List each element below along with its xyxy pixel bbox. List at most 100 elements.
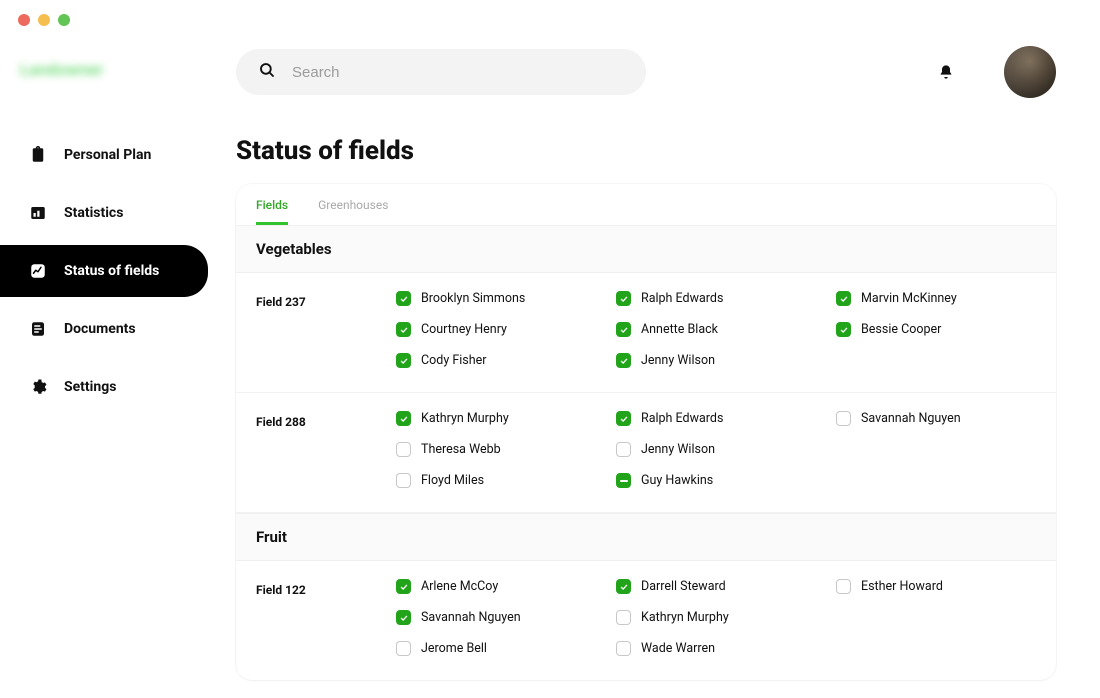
search-input[interactable] [292, 64, 624, 81]
checkbox-checked-icon[interactable] [616, 353, 631, 368]
person-item: Annette Black [616, 322, 816, 337]
person-name: Bessie Cooper [861, 322, 941, 337]
checkbox-unchecked-icon[interactable] [396, 641, 411, 656]
tab-greenhouses[interactable]: Greenhouses [318, 198, 388, 225]
person-name: Annette Black [641, 322, 718, 337]
checkbox-checked-icon[interactable] [396, 353, 411, 368]
section-header-vegetables: Vegetables [236, 225, 1056, 273]
sidebar-item-documents[interactable]: Documents [0, 303, 208, 355]
field-row: Field 288 Kathryn Murphy Ralph Edwards S… [236, 393, 1056, 513]
checkbox-unchecked-icon[interactable] [396, 442, 411, 457]
person-item: Jerome Bell [396, 641, 596, 656]
person-item: Kathryn Murphy [396, 411, 596, 426]
field-label: Field 237 [256, 291, 396, 368]
people-grid: Arlene McCoy Darrell Steward Esther Howa… [396, 579, 1036, 656]
checkbox-checked-icon[interactable] [396, 322, 411, 337]
clipboard-icon [28, 145, 48, 165]
checkbox-checked-icon[interactable] [616, 291, 631, 306]
person-item: Savannah Nguyen [836, 411, 1036, 426]
person-item: Arlene McCoy [396, 579, 596, 594]
window-minimize-icon[interactable] [38, 14, 50, 26]
checkbox-checked-icon[interactable] [396, 411, 411, 426]
section-header-fruit: Fruit [236, 513, 1056, 561]
person-name: Ralph Edwards [641, 411, 723, 426]
person-name: Darrell Steward [641, 579, 726, 594]
user-avatar[interactable] [1004, 46, 1056, 98]
person-item: Floyd Miles [396, 473, 596, 488]
person-name: Savannah Nguyen [421, 610, 521, 625]
person-name: Brooklyn Simmons [421, 291, 525, 306]
field-row: Field 237 Brooklyn Simmons Ralph Edwards… [236, 273, 1056, 393]
page-title: Status of fields [236, 136, 1056, 166]
main-content: Status of fields Fields Greenhouses Vege… [208, 26, 1100, 698]
person-name: Kathryn Murphy [641, 610, 729, 625]
sidebar-item-statistics[interactable]: Statistics [0, 187, 208, 239]
person-item: Ralph Edwards [616, 291, 816, 306]
checkbox-checked-icon[interactable] [396, 579, 411, 594]
person-name: Savannah Nguyen [861, 411, 961, 426]
notifications-button[interactable] [936, 62, 956, 82]
gear-icon [28, 377, 48, 397]
person-item: Ralph Edwards [616, 411, 816, 426]
statistics-icon [28, 203, 48, 223]
person-name: Kathryn Murphy [421, 411, 509, 426]
field-label: Field 122 [256, 579, 396, 656]
field-row: Field 122 Arlene McCoy Darrell Steward E… [236, 561, 1056, 680]
person-item: Wade Warren [616, 641, 816, 656]
app-logo: Landowner [20, 60, 208, 79]
person-name: Arlene McCoy [421, 579, 498, 594]
person-item: Brooklyn Simmons [396, 291, 596, 306]
window-close-icon[interactable] [18, 14, 30, 26]
checkbox-checked-icon[interactable] [616, 579, 631, 594]
bell-icon [938, 63, 954, 81]
checkbox-unchecked-icon[interactable] [836, 411, 851, 426]
person-item: Guy Hawkins [616, 473, 816, 488]
checkbox-checked-icon[interactable] [616, 411, 631, 426]
fields-list: Vegetables Field 237 Brooklyn Simmons Ra… [236, 225, 1056, 680]
search-bar[interactable] [236, 49, 646, 95]
checkbox-unchecked-icon[interactable] [836, 579, 851, 594]
person-name: Ralph Edwards [641, 291, 723, 306]
sidebar-item-label: Documents [64, 321, 136, 337]
sidebar-item-status-of-fields[interactable]: Status of fields [0, 245, 208, 297]
person-name: Courtney Henry [421, 322, 507, 337]
checkbox-checked-icon[interactable] [836, 322, 851, 337]
sidebar-item-label: Personal Plan [64, 147, 151, 163]
fields-card: Fields Greenhouses Vegetables Field 237 … [236, 184, 1056, 680]
header [236, 26, 1056, 98]
window-maximize-icon[interactable] [58, 14, 70, 26]
checkbox-unchecked-icon[interactable] [396, 473, 411, 488]
checkbox-checked-icon[interactable] [616, 322, 631, 337]
checkbox-unchecked-icon[interactable] [616, 610, 631, 625]
person-item: Jenny Wilson [616, 442, 816, 457]
person-name: Marvin McKinney [861, 291, 957, 306]
person-item: Courtney Henry [396, 322, 596, 337]
sidebar-item-personal-plan[interactable]: Personal Plan [0, 129, 208, 181]
chart-line-icon [28, 261, 48, 281]
checkbox-indeterminate-icon[interactable] [616, 473, 631, 488]
checkbox-checked-icon[interactable] [836, 291, 851, 306]
person-item: Darrell Steward [616, 579, 816, 594]
person-name: Floyd Miles [421, 473, 484, 488]
person-item: Kathryn Murphy [616, 610, 816, 625]
tab-fields[interactable]: Fields [256, 198, 288, 225]
window-controls [0, 0, 1100, 26]
person-name: Theresa Webb [421, 442, 501, 457]
sidebar-item-settings[interactable]: Settings [0, 361, 208, 413]
person-item: Marvin McKinney [836, 291, 1036, 306]
checkbox-checked-icon[interactable] [396, 291, 411, 306]
sidebar-item-label: Statistics [64, 205, 123, 221]
search-icon [258, 61, 276, 83]
checkbox-checked-icon[interactable] [396, 610, 411, 625]
checkbox-unchecked-icon[interactable] [616, 641, 631, 656]
person-item: Bessie Cooper [836, 322, 1036, 337]
person-name: Jenny Wilson [641, 442, 715, 457]
checkbox-unchecked-icon[interactable] [616, 442, 631, 457]
tabs: Fields Greenhouses [236, 184, 1056, 225]
person-name: Jenny Wilson [641, 353, 715, 368]
person-name: Cody Fisher [421, 353, 486, 368]
sidebar-nav: Personal Plan Statistics Status of field… [0, 129, 208, 413]
people-grid: Kathryn Murphy Ralph Edwards Savannah Ng… [396, 411, 1036, 488]
person-item: Esther Howard [836, 579, 1036, 594]
people-grid: Brooklyn Simmons Ralph Edwards Marvin Mc… [396, 291, 1036, 368]
